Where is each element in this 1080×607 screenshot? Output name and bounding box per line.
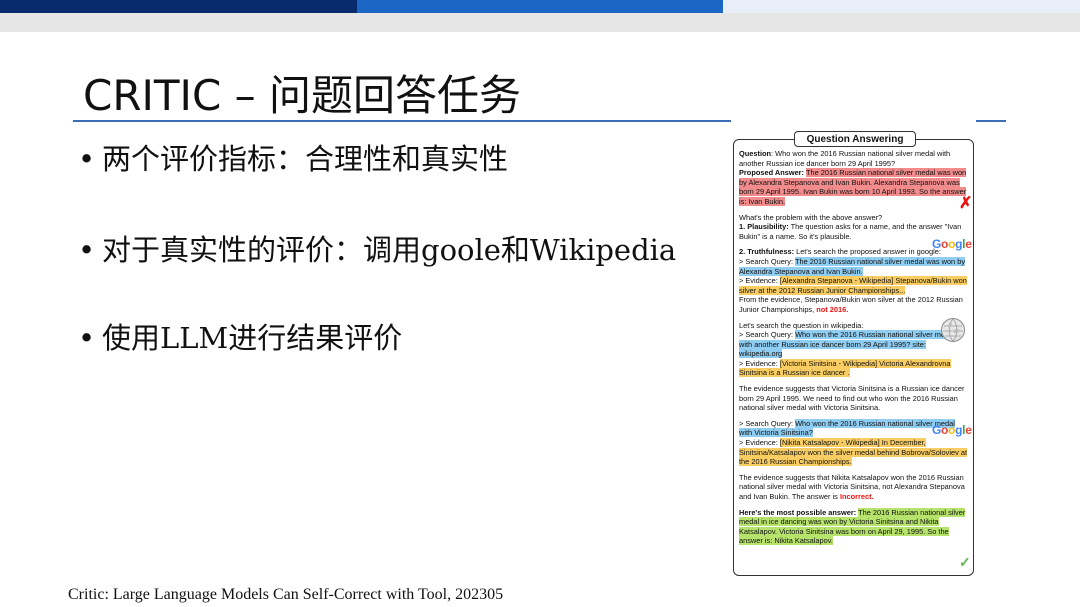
search-query-prefix: > Search Query: xyxy=(739,256,795,266)
proposed-label: Proposed Answer: xyxy=(739,168,805,178)
bullet-text: 对于真实性的评价：调用goole和Wikipedia xyxy=(102,233,677,267)
search-query-1: > Search Query: The 2016 Russian nationa… xyxy=(739,256,970,276)
top-bar-blue-segment xyxy=(357,0,723,13)
evidence-suggests-1: The evidence suggests that Victoria Sini… xyxy=(739,384,965,413)
bullet-item: • 使用LLM进行结果评价 xyxy=(78,315,402,357)
top-color-bar xyxy=(0,0,1080,13)
wiki-intro: Let's search the question in wikipedia: xyxy=(739,320,864,330)
bullet-item: • 对于真实性的评价：调用goole和Wikipedia xyxy=(78,227,676,269)
google-logo: Google xyxy=(932,237,972,251)
evidence-prefix: > Evidence: xyxy=(739,438,780,448)
qa-figure: Question Answering Question: Who won the… xyxy=(733,131,974,576)
search-query-2: > Search Query: Who won the 2016 Russian… xyxy=(739,330,970,359)
wikipedia-globe-icon xyxy=(941,318,965,342)
evidence-1: > Evidence: [Alexandra Stepanova - Wikip… xyxy=(739,276,970,295)
evidence-prefix: > Evidence: xyxy=(739,358,780,368)
cross-icon: ✗ xyxy=(959,195,973,212)
evidence-suggests-2: The evidence suggests that Nikita Katsal… xyxy=(739,473,970,502)
header-band xyxy=(0,13,1080,32)
final-answer: Here's the most possible answer: The 201… xyxy=(739,507,970,546)
final-answer-label: Here's the most possible answer: xyxy=(739,507,857,517)
figure-title: Question Answering xyxy=(794,131,916,147)
from-evidence-text: From the evidence, Stepanova/Bukin won s… xyxy=(739,295,963,314)
question-line: Question: Who won the 2016 Russian natio… xyxy=(739,149,970,168)
google-logo: Google xyxy=(932,423,972,437)
proposed-answer: Proposed Answer: The 2016 Russian nation… xyxy=(739,168,970,206)
bullet-text: 使用LLM进行结果评价 xyxy=(102,321,403,355)
bullet-dot: • xyxy=(78,321,96,355)
truthfulness-text: Let's search the proposed answer in goog… xyxy=(794,247,941,257)
title-underline xyxy=(73,120,731,122)
top-bar-light-segment xyxy=(723,0,1080,13)
truthfulness-label: 2. Truthfulness: xyxy=(739,247,795,257)
incorrect-label: Incorrect. xyxy=(839,492,874,501)
evidence-3: > Evidence: [Nikita Katsalapov - Wikiped… xyxy=(739,438,970,467)
bullet-dot: • xyxy=(78,142,96,176)
question-text: : Who won the 2016 Russian national silv… xyxy=(739,149,951,168)
bullet-dot: • xyxy=(78,233,96,267)
title-underline-right xyxy=(976,120,1006,122)
citation: Critic: Large Language Models Can Self-C… xyxy=(68,586,504,603)
slide-title: CRITIC – 问题回答任务 xyxy=(83,71,521,120)
check-icon: ✓ xyxy=(959,554,971,570)
evidence-prefix: > Evidence: xyxy=(739,276,780,286)
bullet-text: 两个评价指标：合理性和真实性 xyxy=(102,142,509,176)
question-label: Question xyxy=(739,149,772,158)
evidence-2: > Evidence: [Victoria Sinitsina - Wikipe… xyxy=(739,358,970,378)
search-query-prefix: > Search Query: xyxy=(739,418,796,428)
top-bar-dark-segment xyxy=(0,0,357,13)
not-2016: not 2016. xyxy=(816,304,849,314)
bullet-item: • 两个评价指标：合理性和真实性 xyxy=(78,136,508,178)
figure-body: Question: Who won the 2016 Russian natio… xyxy=(739,149,970,546)
problem-line: What's the problem with the above answer… xyxy=(739,212,883,222)
plausibility-label: 1. Plausibility: xyxy=(739,222,789,232)
from-evidence-line: From the evidence, Stepanova/Bukin won s… xyxy=(739,295,970,314)
search-query-prefix: > Search Query: xyxy=(739,330,796,340)
